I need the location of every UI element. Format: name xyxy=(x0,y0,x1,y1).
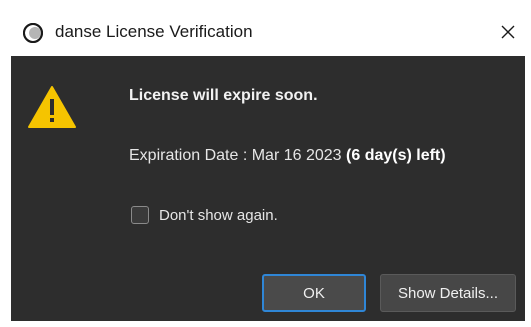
dont-show-again-option[interactable]: Don't show again. xyxy=(131,203,278,227)
license-verification-window: danse License Verification License will … xyxy=(0,0,531,327)
expiration-date: Expiration Date : Mar 16 2023 xyxy=(129,147,347,164)
show-details-button[interactable]: Show Details... xyxy=(380,274,516,312)
warning-triangle-icon xyxy=(27,85,77,129)
days-remaining: (6 day(s) left) xyxy=(346,147,446,164)
ok-button[interactable]: OK xyxy=(262,274,366,312)
title-bar: danse License Verification xyxy=(0,0,531,56)
window-title: danse License Verification xyxy=(55,22,253,41)
expiration-info: Expiration Date : Mar 16 2023 (6 day(s) … xyxy=(129,147,446,165)
app-logo-ring-icon xyxy=(22,22,44,44)
dont-show-again-label: Don't show again. xyxy=(159,206,278,224)
close-button[interactable] xyxy=(488,12,528,52)
dont-show-again-checkbox[interactable] xyxy=(131,206,149,224)
close-icon xyxy=(500,24,516,40)
dialog-heading: License will expire soon. xyxy=(129,87,318,104)
dialog-body: License will expire soon. Expiration Dat… xyxy=(11,56,525,321)
